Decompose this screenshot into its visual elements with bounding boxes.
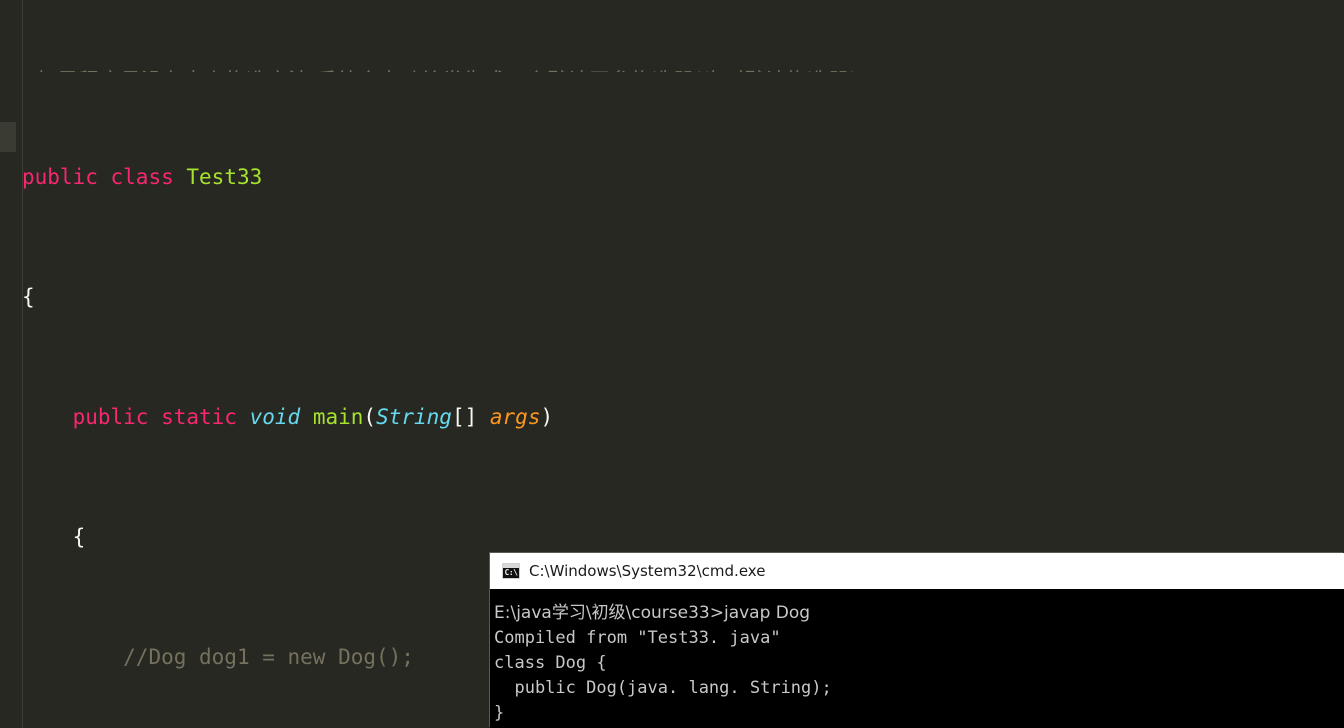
cmd-icon: C:\ — [502, 563, 520, 579]
cmd-output-line-3: class Dog { — [494, 653, 607, 673]
cmd-icon-label: C:\ — [504, 568, 518, 577]
code-line-1: public class Test33 — [22, 165, 263, 189]
cmd-titlebar[interactable]: C:\ C:\Windows\System32\cmd.exe — [490, 553, 1344, 589]
cmd-output-line-5: } — [494, 703, 505, 723]
cmd-output-line-2: Compiled from "Test33. java" — [494, 628, 781, 648]
cmd-window[interactable]: C:\ C:\Windows\System32\cmd.exe E:\java学… — [490, 553, 1344, 728]
cmd-console-body[interactable]: E:\java学习\初级\course33>javap Dog Compiled… — [490, 589, 1344, 728]
cmd-output: E:\java学习\初级\course33>javap Dog Compiled… — [494, 601, 1344, 726]
code-line-clipped: //如果程序员没有定义构造方法 系统会自动给类生成一个默认无参构造器(也叫默认构… — [0, 66, 1344, 72]
code-line-3: public static void main(String[] args) — [72, 405, 554, 429]
cmd-output-line-1: E:\java学习\初级\course33>javap Dog — [494, 603, 811, 623]
code-line-2: { — [22, 285, 35, 309]
screen: //如果程序员没有定义构造方法 系统会自动给类生成一个默认无参构造器(也叫默认构… — [0, 0, 1344, 728]
cmd-output-line-4: public Dog(java. lang. String); — [494, 678, 832, 698]
cmd-title-text: C:\Windows\System32\cmd.exe — [529, 562, 766, 580]
code-line-4: { — [72, 525, 86, 549]
